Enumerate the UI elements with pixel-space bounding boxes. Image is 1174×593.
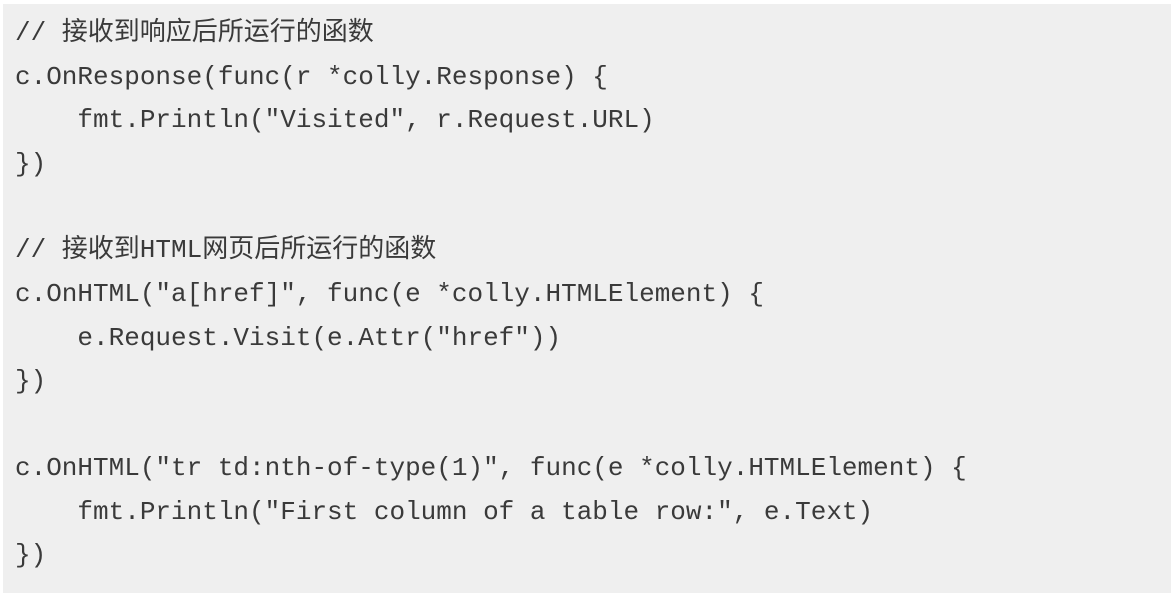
code-line-close-3: }): [15, 540, 47, 570]
code-line-visit: e.Request.Visit(e.Attr("href")): [15, 323, 562, 353]
code-line-close-1: }): [15, 149, 47, 179]
code-line-close-2: }): [15, 366, 47, 396]
code-block: // 接收到响应后所运行的函数 c.OnResponse(func(r *col…: [3, 4, 1171, 593]
code-line-onresponse: c.OnResponse(func(r *colly.Response) {: [15, 62, 608, 92]
code-comment-html: // 接收到HTML网页后所运行的函数: [15, 235, 437, 265]
code-line-println-visited: fmt.Println("Visited", r.Request.URL): [15, 105, 655, 135]
code-line-println-column: fmt.Println("First column of a table row…: [15, 497, 874, 527]
code-comment-response: // 接收到响应后所运行的函数: [15, 18, 374, 48]
code-line-onhtml-href: c.OnHTML("a[href]", func(e *colly.HTMLEl…: [15, 279, 764, 309]
code-line-onhtml-td: c.OnHTML("tr td:nth-of-type(1)", func(e …: [15, 453, 967, 483]
